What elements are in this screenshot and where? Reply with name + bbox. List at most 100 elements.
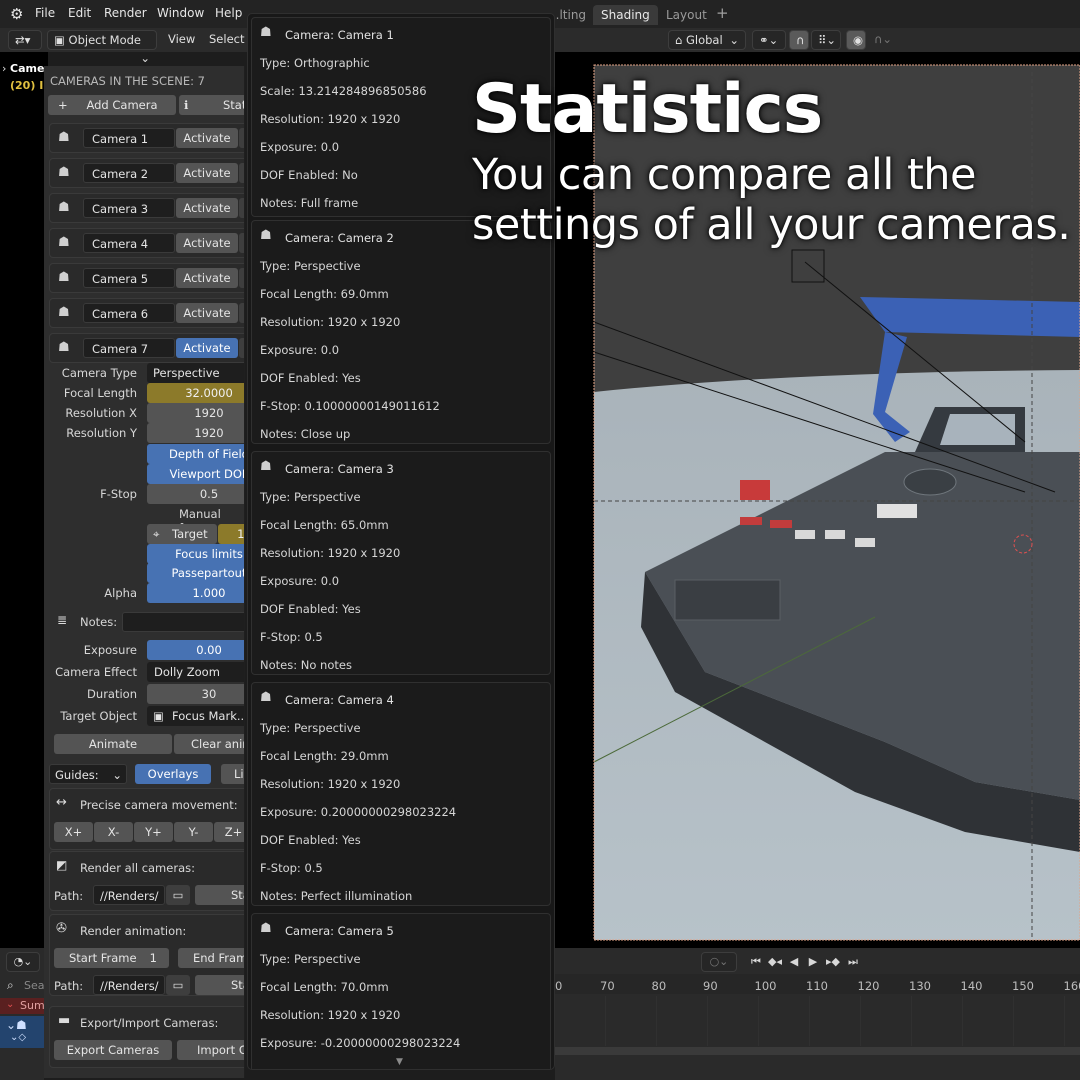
lock-button[interactable]: Li	[221, 764, 244, 784]
tab-shading[interactable]: Shading	[593, 5, 658, 25]
expand-arrow-icon[interactable]: ›	[2, 62, 6, 75]
timeline-scrollbar[interactable]	[555, 1047, 1080, 1055]
dope-sheet-area[interactable]	[555, 996, 1080, 1046]
pivot-point-dropdown[interactable]: ⚭⌄	[752, 30, 786, 50]
activate-camera-button[interactable]: Activate	[176, 163, 238, 183]
camera-name-field[interactable]: Camera 4	[83, 233, 175, 253]
snap-target-dropdown[interactable]: ⠿⌄	[811, 30, 841, 50]
start-render-all-button[interactable]: Sta	[195, 885, 244, 905]
import-cameras-button[interactable]: Import Ca	[177, 1040, 244, 1060]
camera-options-button[interactable]	[239, 128, 244, 148]
camera-name-field[interactable]: Camera 7	[83, 338, 175, 358]
camera-options-button[interactable]	[239, 303, 244, 323]
camera-options-button[interactable]	[239, 268, 244, 288]
camera-icon[interactable]: ☗	[58, 271, 74, 284]
jump-to-start-button[interactable]: ⏮	[748, 954, 764, 970]
menu-render[interactable]: Render	[104, 6, 147, 20]
add-workspace-button[interactable]: +	[716, 4, 729, 22]
summary-row[interactable]: ⌄ Sum	[0, 998, 45, 1014]
camera-row[interactable]: ☗ Camera 5 Activate	[49, 263, 244, 293]
camera-options-button[interactable]	[239, 198, 244, 218]
exposure-field[interactable]: 0.00	[147, 640, 244, 660]
view-menu[interactable]: View	[162, 30, 201, 50]
camera-channel-row[interactable]: ⌄☗ ⌄◇	[0, 1016, 44, 1048]
menu-help[interactable]: Help	[215, 6, 242, 20]
snap-toggle[interactable]: ∩	[789, 30, 809, 50]
focus-limits-toggle[interactable]: Focus limits	[147, 544, 244, 564]
notes-input[interactable]	[122, 612, 244, 632]
activate-camera-button[interactable]: Activate	[176, 233, 238, 253]
activate-camera-button[interactable]: Activate	[176, 303, 238, 323]
duration-field[interactable]: 30	[147, 684, 244, 704]
menu-window[interactable]: Window	[157, 6, 204, 20]
camera-options-button[interactable]	[239, 163, 244, 183]
play-button[interactable]: ▶	[805, 954, 821, 970]
camera-type-dropdown[interactable]: Perspective	[147, 363, 244, 383]
activate-camera-button[interactable]: Activate	[176, 198, 238, 218]
falloff-dropdown[interactable]: ∩⌄	[868, 30, 898, 50]
timeline-editor[interactable]: ○⌄ ⏮ ◆◂ ◀ ▶ ▸◆ ⏭ 0 70 80 90 100 110 120 130 140…	[555, 948, 1080, 1080]
camera-options-button[interactable]	[239, 233, 244, 253]
anim-folder-browse-button[interactable]: ▭	[166, 975, 190, 995]
scroll-down-indicator[interactable]: ▼	[396, 1057, 403, 1067]
camera-name-field[interactable]: Camera 2	[83, 163, 175, 183]
end-frame-field[interactable]: End Fram	[178, 948, 244, 968]
activate-camera-button[interactable]: Activate	[176, 338, 238, 358]
camera-row[interactable]: ☗ Camera 6 Activate	[49, 298, 244, 328]
guides-dropdown[interactable]: Guides: ⌄	[49, 764, 127, 784]
camera-icon[interactable]: ☗	[58, 306, 74, 319]
export-cameras-button[interactable]: Export Cameras	[54, 1040, 172, 1060]
activate-camera-button[interactable]: Activate	[176, 128, 238, 148]
target-button[interactable]: ⌖ Target	[147, 524, 217, 544]
camera-row[interactable]: ☗ Camera 4 Activate	[49, 228, 244, 258]
camera-icon[interactable]: ☗	[58, 236, 74, 249]
next-keyframe-button[interactable]: ▸◆	[825, 954, 841, 970]
play-reverse-button[interactable]: ◀	[786, 954, 802, 970]
move-x-plus-button[interactable]: X+	[54, 822, 93, 842]
camera-icon[interactable]: ☗	[58, 131, 74, 144]
activate-camera-button[interactable]: Activate	[176, 268, 238, 288]
statistics-button[interactable]: ℹ Stat	[179, 95, 244, 115]
fstop-field[interactable]: 0.5	[147, 484, 244, 504]
transform-orientation-dropdown[interactable]: ⌂ Global ⌄	[668, 30, 746, 50]
camera-name-field[interactable]: Camera 1	[83, 128, 175, 148]
viewport-dof-toggle[interactable]: Viewport DOF	[147, 464, 244, 484]
menu-edit[interactable]: Edit	[68, 6, 91, 20]
camera-icon[interactable]: ☗	[58, 166, 74, 179]
camera-row[interactable]: ☗ Camera 1 Activate	[49, 123, 244, 153]
camera-effect-dropdown[interactable]: Dolly Zoom	[147, 662, 244, 682]
blender-logo-icon[interactable]: ⚙	[10, 5, 23, 23]
search-input[interactable]: Sea	[24, 979, 45, 992]
camera-name-field[interactable]: Camera 5	[83, 268, 175, 288]
previous-keyframe-button[interactable]: ◆◂	[767, 954, 783, 970]
camera-icon[interactable]: ☗	[58, 341, 74, 354]
passepartout-toggle[interactable]: Passepartout	[147, 563, 244, 583]
resolution-y-field[interactable]: 1920	[147, 423, 244, 443]
editor-type-button[interactable]: ⇄▾	[8, 30, 42, 50]
camera-row[interactable]: ☗ Camera 3 Activate	[49, 193, 244, 223]
camera-row[interactable]: ☗ Camera 7 Activate	[49, 333, 244, 363]
camera-name-field[interactable]: Camera 6	[83, 303, 175, 323]
tab-layout[interactable]: Layout	[658, 5, 715, 25]
overlays-toggle[interactable]: Overlays	[135, 764, 211, 784]
camera-row[interactable]: ☗ Camera 2 Activate	[49, 158, 244, 188]
resolution-x-field[interactable]: 1920	[147, 403, 244, 423]
menu-file[interactable]: File	[35, 6, 55, 20]
add-camera-button[interactable]: + Add Camera	[48, 95, 176, 115]
clear-animation-button[interactable]: Clear anim	[174, 734, 244, 754]
select-menu[interactable]: Select	[203, 30, 250, 50]
jump-to-end-button[interactable]: ⏭	[845, 954, 861, 970]
editor-type-dropdown[interactable]: ◔⌄	[6, 952, 40, 972]
target-distance-field[interactable]: 15	[218, 524, 244, 544]
object-mode-dropdown[interactable]: ▣ Object Mode ⌄	[47, 30, 157, 65]
move-y-minus-button[interactable]: Y-	[174, 822, 213, 842]
camera-icon[interactable]: ☗	[58, 201, 74, 214]
start-frame-field[interactable]: Start Frame 1	[54, 948, 169, 968]
move-y-plus-button[interactable]: Y+	[134, 822, 173, 842]
target-object-field[interactable]: ▣ Focus Mark...	[147, 706, 244, 726]
focal-length-field[interactable]: 32.0000	[147, 383, 244, 403]
depth-of-field-toggle[interactable]: Depth of Field	[147, 444, 244, 464]
proportional-edit-toggle[interactable]: ◉	[846, 30, 866, 50]
alpha-field[interactable]: 1.000	[147, 583, 244, 603]
camera-name-field[interactable]: Camera 3	[83, 198, 175, 218]
